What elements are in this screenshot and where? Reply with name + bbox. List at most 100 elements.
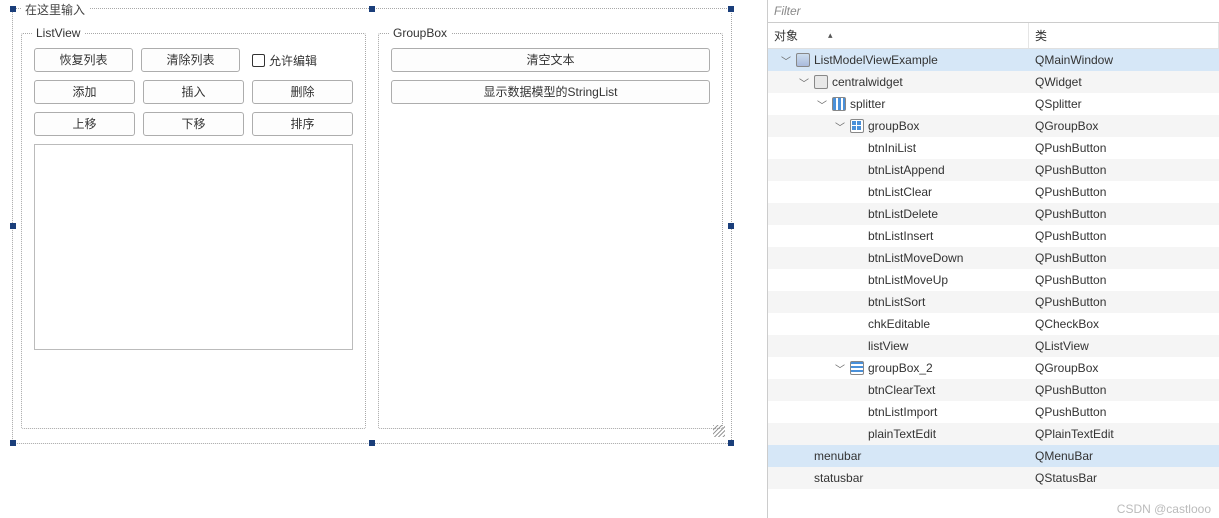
resize-handle[interactable] — [728, 440, 734, 446]
resize-handle[interactable] — [369, 6, 375, 12]
object-name: btnListSort — [868, 295, 925, 309]
object-inspector: Filter 对象 ▴ 类 ﹀ ListModelViewExample QMain… — [768, 0, 1219, 518]
resize-handle[interactable] — [728, 6, 734, 12]
object-name: btnListClear — [868, 185, 932, 199]
column-class[interactable]: 类 — [1029, 23, 1219, 48]
resize-handle[interactable] — [10, 6, 16, 12]
tree-row[interactable]: ﹀groupBox_2QGroupBox — [768, 357, 1219, 379]
resize-handle[interactable] — [10, 440, 16, 446]
window-title-label: 在这里输入 — [21, 1, 89, 18]
groupbox-title: GroupBox — [389, 26, 451, 40]
tree-row[interactable]: ﹀ ListModelViewExample QMainWindow — [768, 49, 1219, 71]
delete-button[interactable]: 删除 — [252, 80, 353, 104]
object-name: btnClearText — [868, 383, 935, 397]
class-name: QPushButton — [1029, 405, 1219, 419]
expand-toggle-icon[interactable]: ﹀ — [834, 361, 846, 376]
object-name: plainTextEdit — [868, 427, 936, 441]
tree-row[interactable]: btnListClearQPushButton — [768, 181, 1219, 203]
tree-row[interactable]: statusbar QStatusBar — [768, 467, 1219, 489]
tree-row[interactable]: menubarQMenuBar — [768, 445, 1219, 467]
column-object[interactable]: 对象 ▴ — [768, 23, 1029, 48]
tree-row[interactable]: btnListAppend QPushButton — [768, 159, 1219, 181]
tree-row[interactable]: btnListImport QPushButton — [768, 401, 1219, 423]
moveup-button[interactable]: 上移 — [34, 112, 135, 136]
class-name: QPushButton — [1029, 229, 1219, 243]
object-name: splitter — [850, 97, 885, 111]
tree-row[interactable]: chkEditable QCheckBox — [768, 313, 1219, 335]
filter-input[interactable]: Filter — [768, 0, 1219, 23]
tree-header[interactable]: 对象 ▴ 类 — [768, 23, 1219, 49]
tree-row[interactable]: btnListMoveUp QPushButton — [768, 269, 1219, 291]
tree-row[interactable]: btnListMoveDownQPushButton — [768, 247, 1219, 269]
tree-row[interactable]: btnClearText QPushButton — [768, 379, 1219, 401]
movedown-button[interactable]: 下移 — [143, 112, 244, 136]
object-tree[interactable]: ﹀ ListModelViewExample QMainWindow ﹀ central… — [768, 49, 1219, 518]
class-name: QListView — [1029, 339, 1219, 353]
object-name: btnListInsert — [868, 229, 933, 243]
groupbox-listview[interactable]: ListView 恢复列表 清除列表 允许编辑 添加 插入 删除 上移 下移 — [21, 33, 366, 429]
object-name: btnListImport — [868, 405, 937, 419]
class-name: QSplitter — [1029, 97, 1219, 111]
checkbox-label: 允许编辑 — [269, 52, 317, 69]
expand-toggle-icon[interactable]: ﹀ — [780, 53, 792, 68]
form-designer-canvas[interactable]: 在这里输入 ListView 恢复列表 清除列表 允许编辑 添加 插入 删除 — [0, 0, 768, 518]
tree-row[interactable]: btnListDeleteQPushButton — [768, 203, 1219, 225]
object-name: btnListAppend — [868, 163, 945, 177]
object-name: ListModelViewExample — [814, 53, 938, 67]
tree-row[interactable]: btnIniList QPushButton — [768, 137, 1219, 159]
add-button[interactable]: 添加 — [34, 80, 135, 104]
restore-list-button[interactable]: 恢复列表 — [34, 48, 133, 72]
resize-handle[interactable] — [728, 223, 734, 229]
class-name: QMainWindow — [1029, 53, 1219, 67]
tree-row[interactable]: btnListInsert QPushButton — [768, 225, 1219, 247]
object-name: chkEditable — [868, 317, 930, 331]
tree-row[interactable]: listView QListView — [768, 335, 1219, 357]
tree-row[interactable]: btnListSort QPushButton — [768, 291, 1219, 313]
object-name: btnListMoveDown — [868, 251, 963, 265]
class-name: QPushButton — [1029, 163, 1219, 177]
object-name: btnIniList — [868, 141, 916, 155]
class-name: QStatusBar — [1029, 471, 1219, 485]
resize-handle[interactable] — [369, 440, 375, 446]
expand-toggle-icon[interactable]: ﹀ — [816, 97, 828, 112]
sort-ascending-icon: ▴ — [828, 30, 833, 41]
tree-row[interactable]: ﹀ groupBox QGroupBox — [768, 115, 1219, 137]
class-name: QCheckBox — [1029, 317, 1219, 331]
expand-toggle-icon[interactable]: ﹀ — [834, 119, 846, 134]
tree-row[interactable]: ﹀ splitter QSplitter — [768, 93, 1219, 115]
allow-edit-checkbox[interactable]: 允许编辑 — [248, 48, 353, 72]
object-name: listView — [868, 339, 908, 353]
list-icon — [850, 361, 864, 375]
show-model-button[interactable]: 显示数据模型的StringList — [391, 80, 710, 104]
watermark: CSDN @castlooo — [1117, 502, 1211, 516]
clear-text-button[interactable]: 清空文本 — [391, 48, 710, 72]
splitter[interactable]: ListView 恢复列表 清除列表 允许编辑 添加 插入 删除 上移 下移 — [21, 33, 723, 429]
tree-row[interactable]: plainTextEdit QPlainTextEdit — [768, 423, 1219, 445]
main-icon — [796, 53, 810, 67]
list-view[interactable] — [34, 144, 353, 350]
main-window-form[interactable]: 在这里输入 ListView 恢复列表 清除列表 允许编辑 添加 插入 删除 — [12, 8, 732, 444]
class-name: QMenuBar — [1029, 449, 1219, 463]
object-name: groupBox — [868, 119, 919, 133]
resize-handle[interactable] — [10, 223, 16, 229]
class-name: QPushButton — [1029, 383, 1219, 397]
wid-icon — [814, 75, 828, 89]
groupbox-text[interactable]: GroupBox 清空文本 显示数据模型的StringList — [378, 33, 723, 429]
insert-button[interactable]: 插入 — [143, 80, 244, 104]
class-name: QPushButton — [1029, 295, 1219, 309]
sort-button[interactable]: 排序 — [252, 112, 353, 136]
class-name: QPushButton — [1029, 141, 1219, 155]
object-name: statusbar — [814, 471, 863, 485]
clear-list-button[interactable]: 清除列表 — [141, 48, 240, 72]
object-name: btnListMoveUp — [868, 273, 948, 287]
object-name: centralwidget — [832, 75, 903, 89]
grp-icon — [850, 119, 864, 133]
spl-icon — [832, 97, 846, 111]
class-name: QGroupBox — [1029, 361, 1219, 375]
tree-row[interactable]: ﹀ centralwidget QWidget — [768, 71, 1219, 93]
class-name: QGroupBox — [1029, 119, 1219, 133]
class-name: QPushButton — [1029, 273, 1219, 287]
class-name: QPlainTextEdit — [1029, 427, 1219, 441]
class-name: QWidget — [1029, 75, 1219, 89]
expand-toggle-icon[interactable]: ﹀ — [798, 75, 810, 90]
